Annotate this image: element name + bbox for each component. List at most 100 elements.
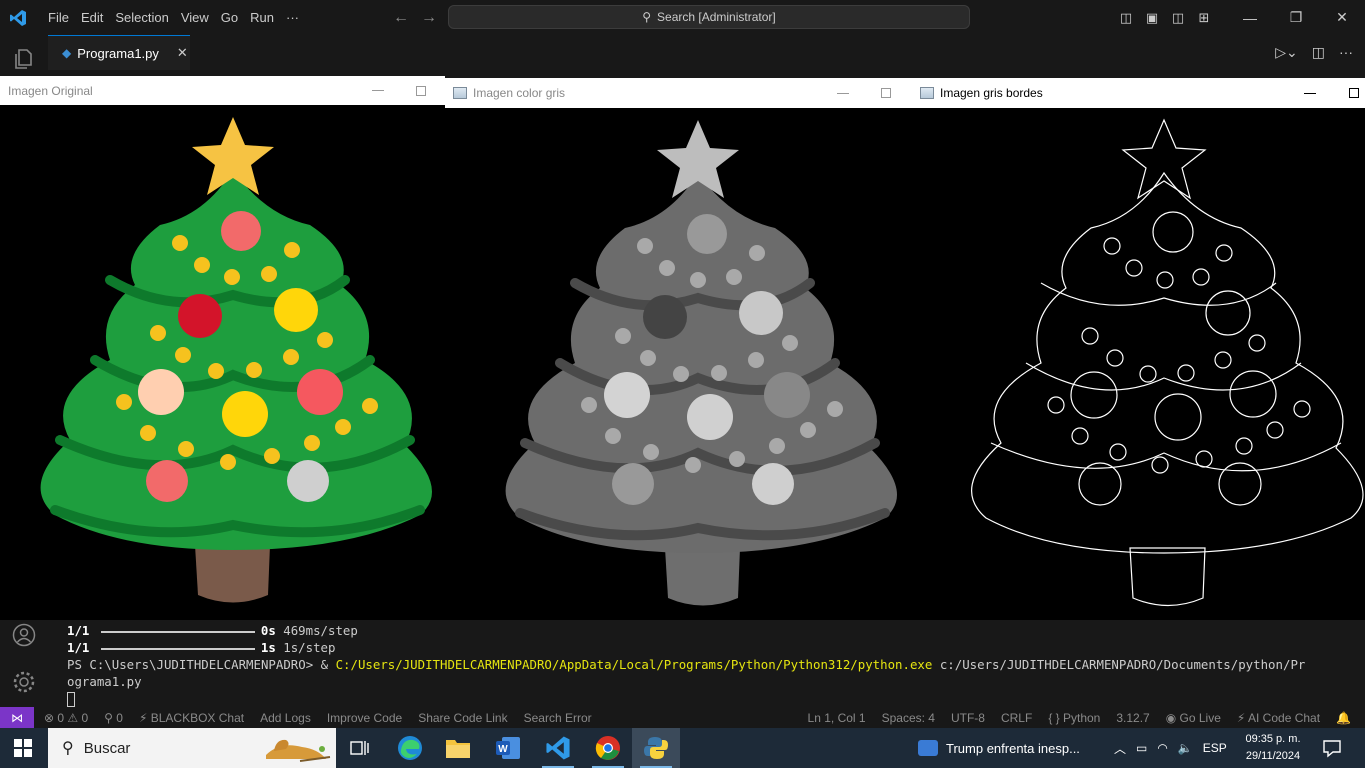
share-code-link[interactable]: Share Code Link bbox=[418, 711, 507, 725]
indentation[interactable]: Spaces: 4 bbox=[882, 711, 935, 725]
window-title: Imagen color gris bbox=[473, 86, 566, 100]
window-app-icon bbox=[453, 87, 467, 99]
language-mode[interactable]: { } Python bbox=[1048, 711, 1100, 725]
more-actions-icon[interactable]: ··· bbox=[1339, 44, 1353, 61]
python-taskbar-icon[interactable] bbox=[632, 728, 680, 768]
tab-label: Programa1.py bbox=[77, 45, 159, 61]
tab-close-icon[interactable]: ✕ bbox=[177, 45, 188, 61]
menu-selection[interactable]: Selection bbox=[109, 10, 174, 25]
menu-run[interactable]: Run bbox=[244, 10, 280, 25]
menu-more[interactable]: ··· bbox=[280, 10, 305, 25]
window-maximize-icon[interactable] bbox=[416, 76, 426, 105]
menu-file[interactable]: File bbox=[42, 10, 75, 25]
window-titlebar: Imagen Original bbox=[0, 76, 445, 105]
menu-edit[interactable]: Edit bbox=[75, 10, 109, 25]
vscode-titlebar: File Edit Selection View Go Run ··· ← → ⚲… bbox=[0, 0, 1365, 35]
window-minimize-icon[interactable] bbox=[1304, 78, 1316, 108]
manage-gear-icon[interactable] bbox=[12, 670, 36, 694]
script-path: c:/Users/JUDITHDELCARMENPADRO/Documents/… bbox=[939, 657, 1306, 672]
window-minimize-icon[interactable] bbox=[837, 78, 849, 108]
windows-taskbar: ⚲ Buscar W Trump enfrenta inesp... ︿ ▭ ◠… bbox=[0, 728, 1365, 768]
accounts-icon[interactable] bbox=[12, 623, 36, 647]
windows-start-icon[interactable] bbox=[14, 739, 32, 757]
python-version[interactable]: 3.12.7 bbox=[1116, 711, 1149, 725]
terminal-panel[interactable]: 1/1 0s 469ms/step 1/1 1s 1s/step PS C:\U… bbox=[0, 620, 1365, 707]
search-icon: ⚲ bbox=[642, 10, 652, 24]
vscode-logo-icon bbox=[10, 10, 26, 26]
ports-count[interactable]: ⚲ 0 bbox=[104, 711, 123, 725]
window-maximize-icon[interactable] bbox=[1349, 78, 1359, 108]
progress-count: 1/1 bbox=[67, 640, 90, 655]
cursor-position[interactable]: Ln 1, Col 1 bbox=[808, 711, 866, 725]
split-editor-icon[interactable]: ◫ bbox=[1312, 44, 1325, 61]
nav-arrows: ← → bbox=[393, 9, 449, 27]
terminal-cursor bbox=[67, 692, 75, 707]
file-explorer-icon[interactable] bbox=[434, 728, 482, 768]
command-center-search[interactable]: ⚲ Search [Administrator] bbox=[448, 5, 970, 29]
activity-bar-bottom bbox=[0, 620, 48, 707]
run-icon[interactable]: ▷⌄ bbox=[1275, 44, 1298, 61]
minimize-icon[interactable]: — bbox=[1227, 10, 1273, 26]
battery-icon[interactable]: ▭ bbox=[1136, 741, 1147, 755]
language-indicator[interactable]: ESP bbox=[1203, 741, 1227, 755]
remote-indicator-icon[interactable]: ⋈ bbox=[0, 707, 34, 728]
close-icon[interactable]: ✕ bbox=[1319, 9, 1365, 26]
forward-arrow-icon[interactable]: → bbox=[421, 9, 437, 26]
customize-layout-icon[interactable]: ⊞ bbox=[1191, 10, 1217, 26]
back-arrow-icon[interactable]: ← bbox=[393, 9, 409, 26]
news-icon bbox=[918, 740, 938, 756]
window-app-icon bbox=[920, 87, 934, 99]
problems-count[interactable]: ⊗ 0 ⚠ 0 bbox=[44, 711, 88, 725]
encoding[interactable]: UTF-8 bbox=[951, 711, 985, 725]
progress-time: 1s bbox=[260, 640, 276, 655]
vscode-taskbar-icon[interactable] bbox=[534, 728, 582, 768]
menu-bar: File Edit Selection View Go Run ··· bbox=[42, 0, 305, 35]
chrome-icon[interactable] bbox=[584, 728, 632, 768]
menu-go[interactable]: Go bbox=[215, 10, 244, 25]
notifications-bell-icon[interactable]: 🔔 bbox=[1336, 711, 1351, 725]
line-ending[interactable]: CRLF bbox=[1001, 711, 1032, 725]
search-error[interactable]: Search Error bbox=[524, 711, 592, 725]
improve-code[interactable]: Improve Code bbox=[327, 711, 402, 725]
window-minimize-icon[interactable] bbox=[372, 76, 384, 105]
toggle-sidebar-icon[interactable]: ◫ bbox=[1113, 10, 1139, 26]
status-left: ⊗ 0 ⚠ 0 ⚲ 0 ⚡ BLACKBOX Chat Add Logs Imp… bbox=[44, 711, 592, 725]
toggle-panel-icon[interactable]: ▣ bbox=[1139, 10, 1165, 26]
add-logs[interactable]: Add Logs bbox=[260, 711, 311, 725]
ai-code-chat[interactable]: ⚡ AI Code Chat bbox=[1237, 711, 1320, 725]
progress-count: 1/1 bbox=[67, 623, 90, 638]
window-imagen-gris-bordes: Imagen gris bordes bbox=[912, 78, 1365, 620]
restore-icon[interactable]: ❐ bbox=[1273, 9, 1319, 26]
clock-date: 29/11/2024 bbox=[1245, 750, 1301, 762]
window-title: Imagen gris bordes bbox=[940, 86, 1043, 100]
edge-browser-icon[interactable] bbox=[386, 728, 434, 768]
wifi-icon[interactable]: ◠ bbox=[1157, 741, 1167, 755]
progress-step: 469ms/step bbox=[283, 623, 358, 638]
taskbar-clock[interactable]: 09:35 p. m. 29/11/2024 bbox=[1240, 731, 1306, 765]
news-widget[interactable]: Trump enfrenta inesp... bbox=[918, 728, 1080, 768]
tree-edges-image bbox=[912, 108, 1365, 620]
title-controls: ◫ ▣ ◫ ⊞ — ❐ ✕ bbox=[1113, 0, 1365, 35]
window-titlebar: Imagen color gris bbox=[445, 78, 912, 108]
tree-color-image bbox=[0, 105, 445, 620]
tab-programa1[interactable]: ◆ Programa1.py ✕ bbox=[48, 35, 190, 70]
notification-center-icon[interactable] bbox=[1322, 738, 1342, 758]
svg-text:W: W bbox=[498, 744, 508, 755]
go-live[interactable]: ◉ Go Live bbox=[1166, 711, 1221, 725]
taskbar-search[interactable]: ⚲ Buscar bbox=[48, 728, 336, 768]
explorer-icon[interactable] bbox=[12, 47, 36, 71]
search-highlight-cat-icon bbox=[266, 739, 331, 762]
window-maximize-icon[interactable] bbox=[881, 78, 891, 108]
python-file-icon: ◆ bbox=[62, 46, 72, 60]
taskbar-search-label: Buscar bbox=[83, 739, 131, 757]
shell-prompt: PS C:\Users\JUDITHDELCARMENPADRO> & bbox=[67, 657, 329, 672]
toggle-secondary-sidebar-icon[interactable]: ◫ bbox=[1165, 10, 1191, 26]
task-view-icon[interactable] bbox=[336, 728, 384, 768]
progress-time: 0s bbox=[260, 623, 276, 638]
menu-view[interactable]: View bbox=[175, 10, 215, 25]
word-icon[interactable]: W bbox=[484, 728, 532, 768]
volume-icon[interactable]: 🔈 bbox=[1178, 741, 1193, 755]
chevron-up-icon[interactable]: ︿ bbox=[1114, 740, 1126, 757]
window-imagen-original: Imagen Original bbox=[0, 76, 445, 620]
blackbox-chat[interactable]: ⚡ BLACKBOX Chat bbox=[139, 711, 244, 725]
